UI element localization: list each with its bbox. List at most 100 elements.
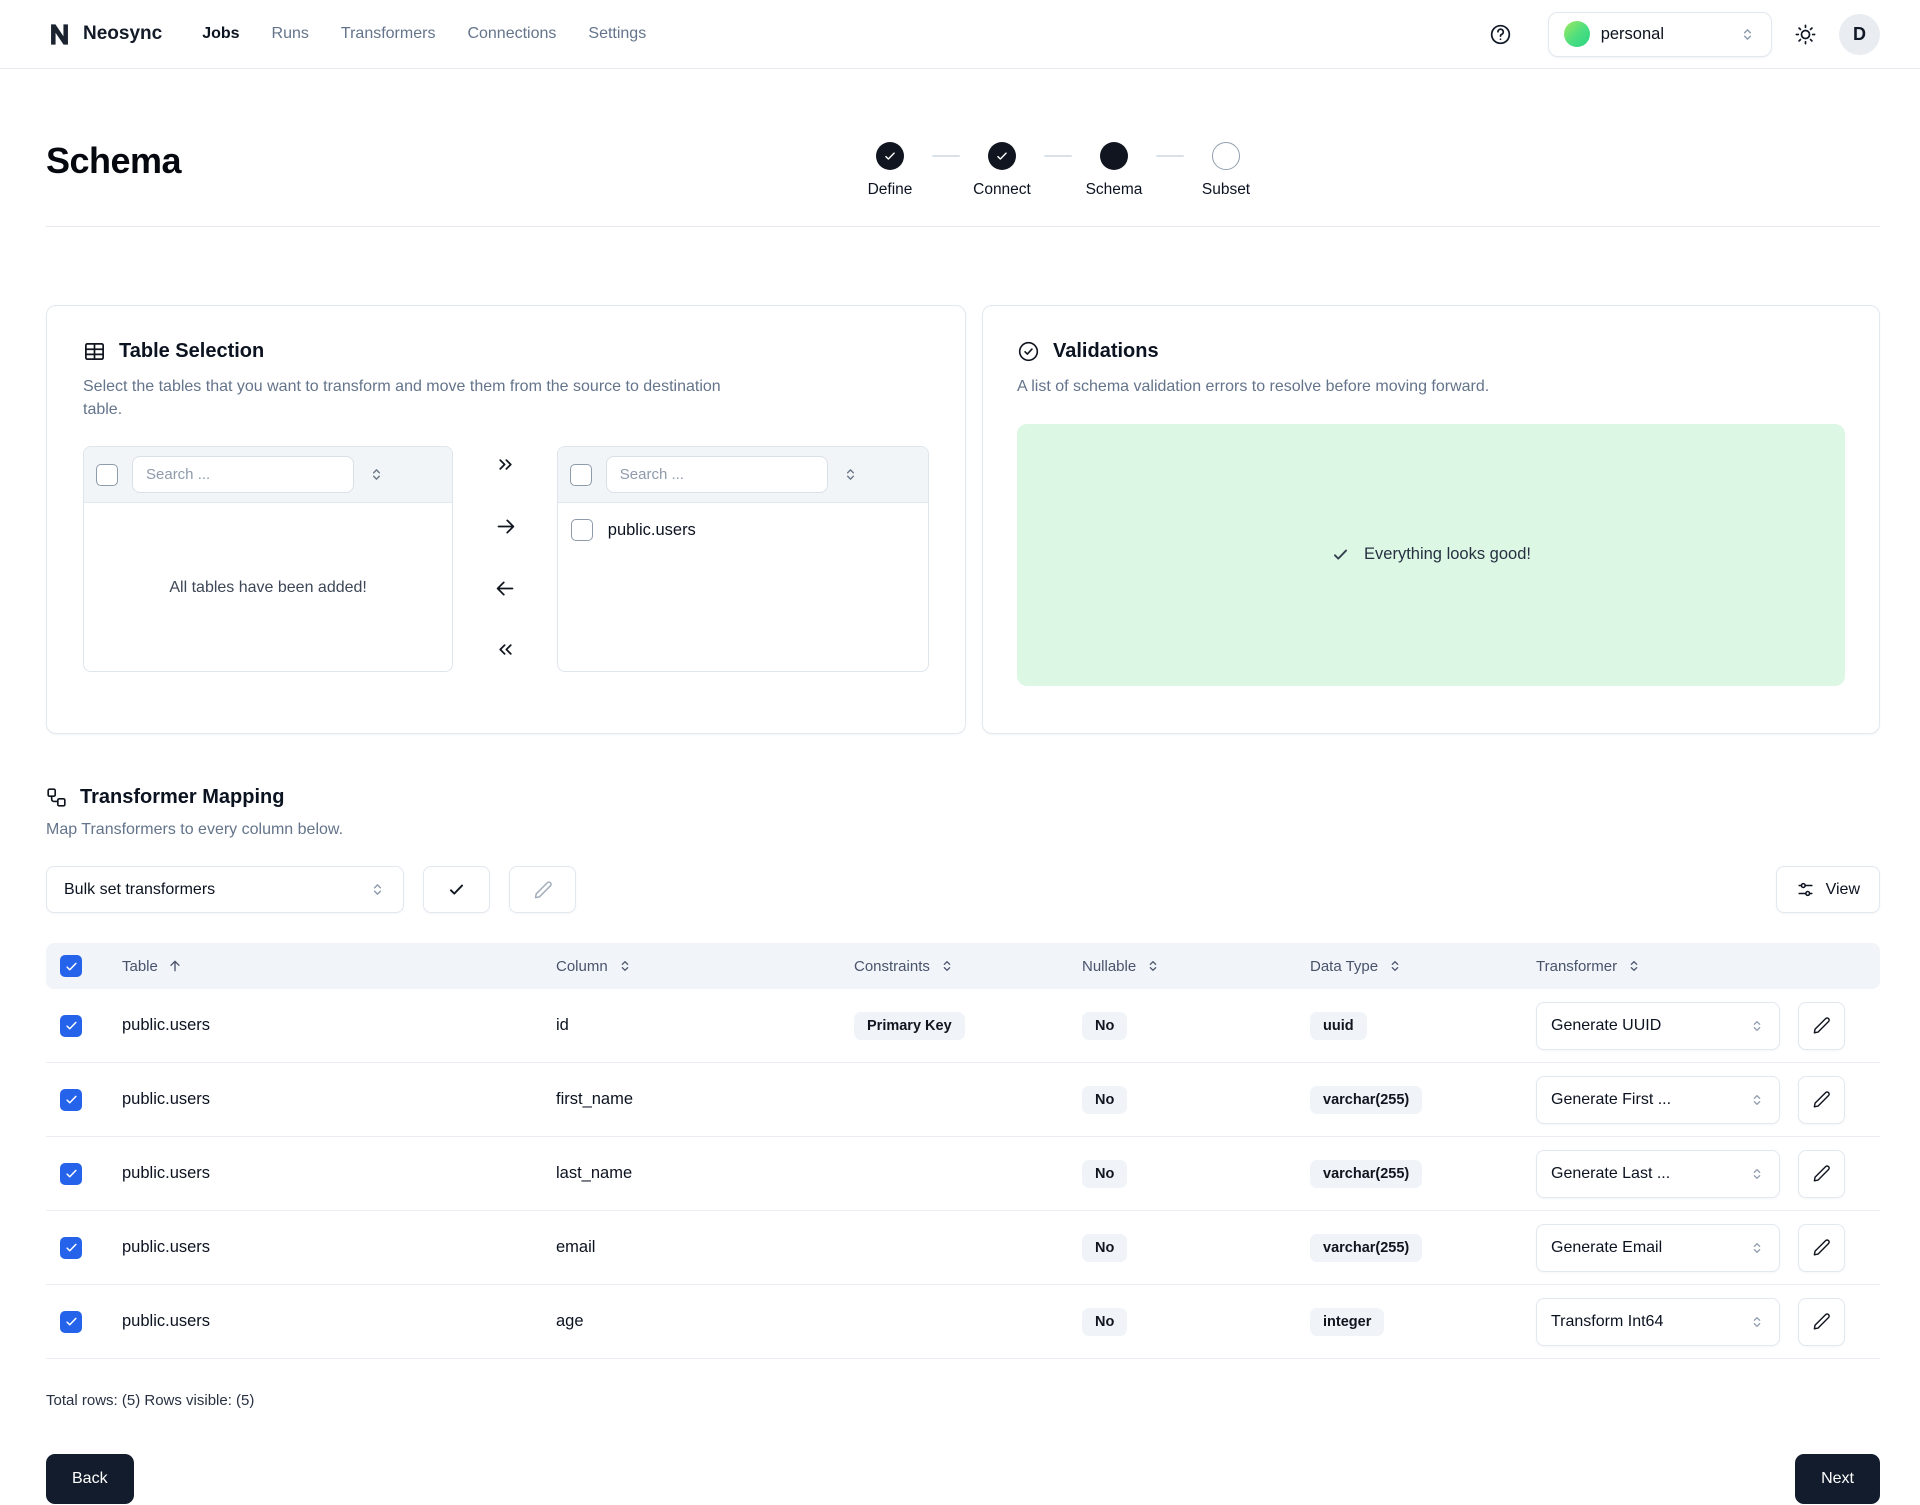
top-nav: Neosync Jobs Runs Transformers Connections S… (0, 0, 1920, 69)
cell-table: public.users (122, 1016, 556, 1035)
stepper: Define Connect Schema Subset (848, 142, 1268, 199)
table-row: public.users age No integer Transform In… (46, 1285, 1880, 1359)
stepper-step-connect[interactable]: Connect (960, 142, 1044, 199)
transformer-select[interactable]: Transform Int64 (1536, 1298, 1780, 1346)
main-content: Schema DefineConnectSchemaSubset Table S… (0, 140, 1920, 1504)
stepper-connector (1044, 155, 1072, 157)
chevron-up-down-icon (1749, 1166, 1765, 1182)
edit-transformer-button[interactable] (1798, 1298, 1845, 1346)
brand-label: Neosync (83, 23, 162, 45)
destination-sort-icon[interactable] (842, 466, 859, 483)
row-checkbox[interactable] (60, 1089, 82, 1111)
sort-icon[interactable] (1145, 958, 1161, 974)
success-message: Everything looks good! (1364, 545, 1531, 564)
view-button-label: View (1826, 881, 1860, 899)
destination-items: public.users (558, 503, 928, 557)
user-avatar[interactable]: D (1839, 14, 1880, 55)
transformer-select[interactable]: Generate UUID (1536, 1002, 1780, 1050)
source-sort-icon[interactable] (368, 466, 385, 483)
move-right-icon[interactable] (491, 512, 520, 541)
edit-transformer-button[interactable] (1798, 1002, 1845, 1050)
move-all-left-icon[interactable] (491, 635, 520, 664)
move-all-right-icon[interactable] (491, 450, 520, 479)
nav-item-connections[interactable]: Connections (467, 25, 556, 43)
nullable-badge: No (1082, 1234, 1127, 1262)
validations-title: Validations (1053, 340, 1159, 363)
transformer-select[interactable]: Generate Email (1536, 1224, 1780, 1272)
cell-table: public.users (122, 1164, 556, 1183)
edit-transformer-button[interactable] (1798, 1224, 1845, 1272)
sort-icon[interactable] (1387, 958, 1403, 974)
chevron-up-down-icon (369, 881, 386, 898)
validation-success-panel: Everything looks good! (1017, 424, 1845, 686)
nullable-badge: No (1082, 1086, 1127, 1114)
source-search-input[interactable] (132, 456, 354, 493)
select-all-rows-checkbox[interactable] (60, 955, 82, 977)
table-selection-description: Select the tables that you want to trans… (83, 376, 763, 421)
brand[interactable]: Neosync (46, 21, 162, 48)
destination-table-list: public.users (557, 446, 929, 672)
workflow-icon (46, 787, 67, 808)
table-row: public.users email No varchar(255) Gener… (46, 1211, 1880, 1285)
stepper-step-subset[interactable]: Subset (1184, 142, 1268, 199)
circle-check-icon (1017, 340, 1040, 363)
transformer-select-label: Generate First ... (1551, 1091, 1671, 1109)
source-table-list: All tables have been added! (83, 446, 453, 672)
nav-item-transformers[interactable]: Transformers (341, 25, 436, 43)
row-checkbox[interactable] (60, 1015, 82, 1037)
destination-search-input[interactable] (606, 456, 828, 493)
next-button[interactable]: Next (1795, 1454, 1880, 1504)
transformer-select[interactable]: Generate First ... (1536, 1076, 1780, 1124)
transformer-mapping-table: Table Column Constraints Nullable Data T… (46, 943, 1880, 1359)
chevron-up-down-icon (1749, 1018, 1765, 1034)
step-current-circle (1100, 142, 1128, 170)
destination-select-all-checkbox[interactable] (570, 464, 592, 486)
transformer-select[interactable]: Generate Last ... (1536, 1150, 1780, 1198)
item-checkbox[interactable] (571, 519, 593, 541)
sort-icon[interactable] (617, 958, 633, 974)
view-button[interactable]: View (1776, 866, 1880, 913)
edit-transformer-button[interactable] (1798, 1150, 1845, 1198)
sliders-icon (1796, 880, 1815, 899)
move-left-icon[interactable] (491, 574, 520, 603)
cell-column: age (556, 1312, 854, 1331)
nav-item-runs[interactable]: Runs (272, 25, 309, 43)
account-selector[interactable]: personal (1548, 12, 1772, 57)
table-body: public.users id Primary Key No uuid Gene… (46, 989, 1880, 1359)
bulk-set-transformers-select[interactable]: Bulk set transformers (46, 866, 404, 913)
pencil-icon (1812, 1312, 1831, 1331)
destination-list-item[interactable]: public.users (558, 509, 928, 551)
help-icon[interactable] (1489, 23, 1512, 46)
row-checkbox[interactable] (60, 1237, 82, 1259)
row-checkbox[interactable] (60, 1311, 82, 1333)
cell-column: last_name (556, 1164, 854, 1183)
transformer-select-label: Generate Last ... (1551, 1165, 1670, 1183)
col-header-nullable: Nullable (1082, 958, 1136, 975)
stepper-step-schema[interactable]: Schema (1072, 142, 1156, 199)
rows-summary: Total rows: (5) Rows visible: (5) (46, 1392, 1880, 1409)
nav-item-jobs[interactable]: Jobs (202, 25, 239, 43)
step-label: Schema (1086, 181, 1143, 199)
chevron-up-down-icon (1749, 1240, 1765, 1256)
table-row: public.users first_name No varchar(255) … (46, 1063, 1880, 1137)
nullable-badge: No (1082, 1160, 1127, 1188)
edit-bulk-button[interactable] (509, 866, 576, 913)
chevron-up-down-icon (1749, 1092, 1765, 1108)
back-button[interactable]: Back (46, 1454, 134, 1504)
step-upcoming-circle (1212, 142, 1240, 170)
step-done-check-icon (876, 142, 904, 170)
theme-toggle-sun-icon[interactable] (1794, 23, 1817, 46)
sort-asc-icon[interactable] (167, 958, 183, 974)
row-checkbox[interactable] (60, 1163, 82, 1185)
step-label: Connect (973, 181, 1031, 199)
validations-description: A list of schema validation errors to re… (1017, 376, 1845, 399)
edit-transformer-button[interactable] (1798, 1076, 1845, 1124)
datatype-badge: uuid (1310, 1012, 1367, 1040)
nav-item-settings[interactable]: Settings (588, 25, 646, 43)
apply-bulk-button[interactable] (423, 866, 490, 913)
source-select-all-checkbox[interactable] (96, 464, 118, 486)
sort-icon[interactable] (939, 958, 955, 974)
stepper-step-define[interactable]: Define (848, 142, 932, 199)
sort-icon[interactable] (1626, 958, 1642, 974)
datatype-badge: varchar(255) (1310, 1160, 1422, 1188)
